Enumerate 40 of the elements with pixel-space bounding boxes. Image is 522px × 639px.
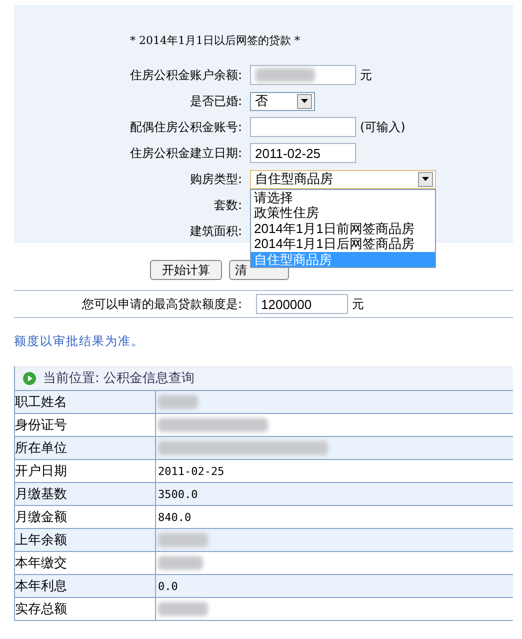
unit-label: 元 [360, 66, 372, 84]
dropdown-option[interactable]: 政策性住房 [251, 205, 435, 220]
table-cell: 上年余额 [15, 529, 156, 551]
table-cell: 实存总额 [15, 598, 156, 620]
breadcrumb-text: 当前位置: 公积金信息查询 [43, 370, 195, 387]
dropdown-option[interactable]: 2014年1月1日后网签商品房 [251, 236, 435, 252]
result-label: 您可以申请的最高贷款额度是: [80, 296, 243, 312]
table-cell: 本年缴交 [15, 552, 156, 574]
field-label: 配偶住房公积金账号: [128, 118, 243, 136]
input-field[interactable]: 2011-02-25 [250, 143, 356, 163]
field-label: 套数: [212, 196, 243, 214]
table-cell: 所在单位 [15, 437, 156, 459]
table-cell-text: 0.0 [157, 578, 178, 594]
table-cell-text: 3500.0 [157, 486, 198, 502]
field-label: 购房类型: [188, 170, 243, 188]
house-type-select[interactable]: 自住型商品房 [250, 170, 436, 188]
field-label: 住房公积金账户余额: [128, 66, 243, 84]
input-field[interactable] [250, 65, 356, 85]
field-label: 住房公积金建立日期: [128, 144, 243, 162]
unit-label: 元 [352, 296, 364, 312]
table-cell: 月缴金额 [15, 506, 156, 528]
form-button[interactable]: 开始计算 [150, 260, 222, 280]
table-cell: 身份证号 [15, 414, 156, 436]
note-text: 额度以审批结果为准。 [13, 333, 145, 350]
married-select[interactable]: 否 [250, 92, 315, 110]
table-cell-text: 840.0 [157, 510, 192, 526]
play-icon [23, 372, 36, 384]
table-cell-text: 2011-02-25 [157, 464, 224, 480]
field-label: 建筑面积: [188, 222, 243, 240]
dropdown-option[interactable]: 请选择 [251, 190, 435, 205]
table-cell: 本年利息 [15, 575, 156, 597]
field-label: 是否已婚: [188, 92, 243, 110]
table-cell: 月缴基数 [15, 483, 156, 505]
table-cell: 职工姓名 [15, 391, 156, 413]
table-cell: 开户日期 [15, 460, 156, 482]
unit-label: (可输入) [360, 118, 406, 136]
input-field[interactable] [250, 117, 356, 137]
dropdown-option[interactable]: 2014年1月1日前网签商品房 [251, 220, 435, 236]
result-field[interactable]: 1200000 [256, 294, 348, 314]
form-title: * 2014年1月1日以后网签的贷款 * [129, 33, 301, 48]
